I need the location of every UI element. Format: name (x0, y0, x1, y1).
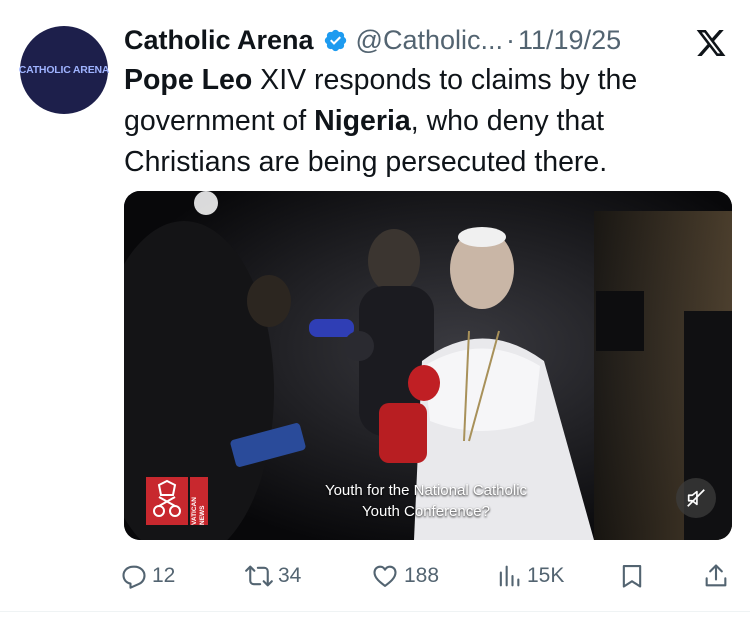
header-separator: · (506, 24, 516, 55)
tweet-date[interactable]: 11/19/25 (518, 25, 621, 56)
analytics-icon (499, 565, 520, 587)
like-count: 188 (404, 564, 440, 587)
like-button[interactable]: 188 (370, 560, 439, 592)
repost-count: 34 (278, 564, 302, 587)
verified-badge-icon[interactable] (323, 28, 348, 53)
tweet-text-bold-pope: Pope Leo (124, 64, 253, 96)
view-count: 15K (527, 564, 565, 587)
reply-button[interactable]: 12 (120, 560, 175, 592)
tweet-text-bold-nigeria: Nigeria (314, 105, 411, 137)
vatican-news-text: VATICAN NEWS (190, 477, 208, 525)
subtitle-line: Youth Conference? (362, 503, 490, 520)
views-button[interactable]: 15K (495, 560, 564, 592)
share-icon (705, 564, 727, 587)
reply-count: 12 (152, 564, 176, 587)
reply-icon (122, 565, 146, 589)
repost-button[interactable]: 34 (244, 560, 301, 592)
video-subtitle: Youth for the National Catholic Youth Co… (276, 480, 576, 522)
vatican-news-logo (146, 477, 188, 525)
bookmark-icon (622, 565, 642, 588)
repost-icon (245, 565, 273, 587)
tweet-actions: 12 34 188 15K (120, 560, 740, 592)
avatar[interactable]: CATHOLIC ARENA (18, 26, 110, 114)
author-handle[interactable]: @Catholic... (356, 25, 503, 56)
muted-speaker-icon (687, 489, 705, 507)
bottom-divider (0, 611, 750, 612)
author-name[interactable]: Catholic Arena (124, 25, 314, 56)
heart-icon (373, 565, 397, 587)
tweet-card[interactable]: CATHOLIC ARENA Catholic Arena @Catholic.… (0, 0, 750, 632)
video-player[interactable]: VATICAN NEWS Youth for the National Cath… (124, 191, 732, 540)
tweet-header: Catholic Arena @Catholic... · 11/19/25 (124, 22, 734, 58)
tweet-text: Pope Leo XIV responds to claims by the g… (124, 60, 714, 183)
share-button[interactable] (702, 560, 730, 592)
avatar-text: CATHOLIC ARENA (18, 64, 110, 76)
subtitle-line: Youth for the National Catholic (324, 482, 528, 499)
bookmark-button[interactable] (618, 560, 646, 592)
keys-emblem-icon (153, 479, 181, 517)
x-logo-icon[interactable] (694, 27, 728, 59)
mute-button[interactable] (676, 478, 716, 518)
